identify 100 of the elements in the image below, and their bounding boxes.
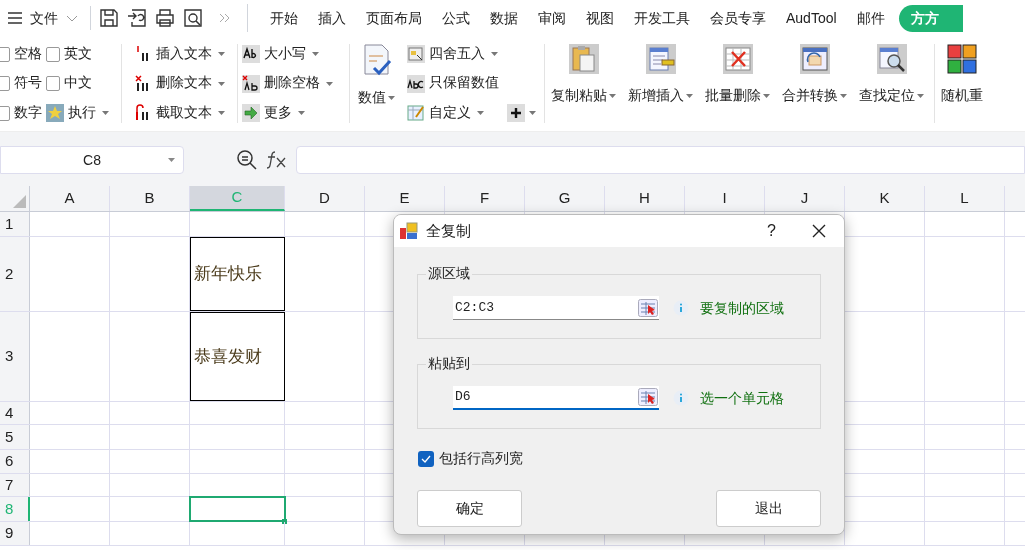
checkbox-option[interactable]: 英文 xyxy=(46,42,109,66)
star-icon xyxy=(46,104,64,122)
print-icon[interactable] xyxy=(155,8,175,28)
text-tool-button[interactable]: 截取文本 xyxy=(134,101,225,125)
column-header[interactable]: I xyxy=(685,186,765,211)
add-button[interactable] xyxy=(507,101,536,125)
checkbox[interactable] xyxy=(46,46,60,62)
export-icon[interactable] xyxy=(127,8,147,28)
chevron-down-icon xyxy=(66,14,78,22)
name-box[interactable]: C8 xyxy=(0,146,184,174)
row-header[interactable]: 7 xyxy=(0,474,30,496)
ribbon-tab[interactable]: 视图 xyxy=(576,0,624,36)
large-tool-button[interactable]: 复制粘贴 xyxy=(545,36,622,131)
hint-text: 要复制的区域 xyxy=(700,298,784,318)
plus-icon xyxy=(507,104,525,122)
column-header[interactable]: F xyxy=(445,186,525,211)
case-tool-button[interactable]: 删除空格 xyxy=(242,71,333,96)
fill-handle[interactable] xyxy=(282,519,287,524)
close-button[interactable] xyxy=(812,224,826,238)
ribbon-tab[interactable]: 审阅 xyxy=(528,0,576,36)
large-tool-button[interactable]: 合并转换 xyxy=(776,36,853,131)
checkbox-option[interactable]: 包括行高列宽 xyxy=(394,448,821,469)
ribbon-tab[interactable]: 邮件 xyxy=(846,0,895,36)
formula-field[interactable] xyxy=(296,146,1025,174)
document-check-icon xyxy=(361,44,392,76)
number-button[interactable]: 数值 xyxy=(350,36,403,131)
app-icon xyxy=(400,222,418,240)
caret-icon xyxy=(840,94,847,99)
text-tool-button[interactable]: 删除文本 xyxy=(134,71,225,96)
row-header[interactable]: 5 xyxy=(0,425,30,449)
large-tool-button[interactable]: 随机重 xyxy=(935,36,989,131)
checkbox[interactable] xyxy=(46,76,60,91)
column-header[interactable]: H xyxy=(605,186,685,211)
row-header[interactable]: 6 xyxy=(0,450,30,473)
caret-icon xyxy=(529,111,536,115)
table-cell-text: 恭喜发财 xyxy=(194,344,262,368)
row-header[interactable]: 4 xyxy=(0,402,30,424)
number-tool-button[interactable]: 只保留数值 xyxy=(407,71,499,96)
ribbon-tab[interactable]: 会员专享 xyxy=(700,0,776,36)
column-header[interactable]: J xyxy=(765,186,845,211)
row-header[interactable]: 9 xyxy=(0,522,30,545)
checkbox[interactable] xyxy=(418,450,434,467)
number-tool-button[interactable]: 四舍五入 xyxy=(407,42,499,66)
function-icon[interactable] xyxy=(266,150,288,170)
column-header[interactable]: A xyxy=(30,186,110,211)
checkbox-option[interactable]: 数字 xyxy=(0,101,42,125)
print-preview-icon[interactable] xyxy=(183,8,203,28)
row-header[interactable]: 3 xyxy=(0,312,30,401)
ribbon-tab[interactable]: AudTool xyxy=(776,0,847,36)
dialog-button[interactable]: 退出 xyxy=(716,490,821,527)
large-tool-button[interactable]: 查找定位 xyxy=(853,36,930,131)
case-tool-button[interactable]: 大小写 xyxy=(242,42,333,66)
pencil-icon xyxy=(407,104,425,122)
ribbon-tab[interactable]: 数据 xyxy=(480,0,528,36)
ribbon-tab[interactable]: 插入 xyxy=(308,0,356,36)
delete-space-icon xyxy=(242,74,260,93)
column-header[interactable]: E xyxy=(365,186,445,211)
column-header[interactable]: K xyxy=(845,186,925,211)
ribbon-tab[interactable]: 开发工具 xyxy=(624,0,700,36)
case-tool-button[interactable]: 更多 xyxy=(242,101,333,125)
number-tool-button[interactable]: 自定义 xyxy=(407,101,499,125)
text-tool-button[interactable]: 插入文本 xyxy=(134,42,225,66)
range-field[interactable]: C2:C3 xyxy=(453,296,659,320)
checkbox-option[interactable]: 空格 xyxy=(0,42,42,66)
dialog-button[interactable]: 确定 xyxy=(417,490,522,527)
range-select-icon[interactable] xyxy=(638,388,658,406)
caret-icon xyxy=(102,111,109,115)
caret-icon xyxy=(218,81,225,86)
checkbox[interactable] xyxy=(0,76,10,91)
column-header[interactable]: D xyxy=(285,186,365,211)
dialog-title: 全复制 xyxy=(426,220,471,241)
range-select-icon[interactable] xyxy=(638,298,658,317)
case-icon xyxy=(242,45,260,63)
checkbox-option[interactable]: 符号 xyxy=(0,71,42,96)
zoom-out-icon[interactable] xyxy=(236,149,258,171)
save-icon[interactable] xyxy=(99,8,119,28)
magnifier-icon xyxy=(876,44,907,74)
row-header[interactable]: 2 xyxy=(0,237,30,311)
caret-icon xyxy=(763,94,770,99)
large-tool-button[interactable]: 新增插入 xyxy=(622,36,699,131)
help-button[interactable]: ? xyxy=(767,219,776,243)
caret-icon xyxy=(168,158,175,162)
column-header[interactable]: L xyxy=(925,186,1005,211)
checkbox[interactable] xyxy=(0,105,10,121)
range-field[interactable]: D6 xyxy=(453,386,659,410)
menu-icon xyxy=(8,12,22,24)
checkbox[interactable] xyxy=(0,46,10,62)
info-icon xyxy=(673,390,689,406)
ribbon-tab[interactable]: 公式 xyxy=(432,0,480,36)
caret-icon xyxy=(298,111,305,115)
row-header[interactable]: 1 xyxy=(0,212,30,236)
check-icon xyxy=(421,454,431,463)
run-button[interactable]: 执行 xyxy=(46,101,109,125)
column-header[interactable]: G xyxy=(525,186,605,211)
ribbon-tab[interactable]: 页面布局 xyxy=(356,0,432,36)
checkbox-option[interactable]: 中文 xyxy=(46,71,109,96)
large-tool-button[interactable]: 批量删除 xyxy=(699,36,776,131)
ribbon-tab[interactable]: 开始 xyxy=(260,0,308,36)
caret-icon xyxy=(609,94,616,99)
file-menu[interactable]: 文件 xyxy=(0,0,90,36)
